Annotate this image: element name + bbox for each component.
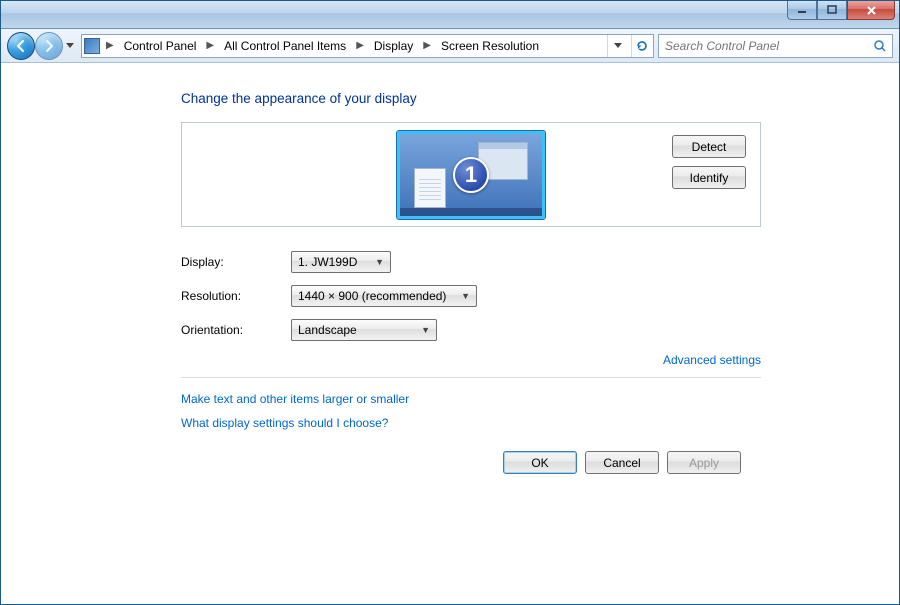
nav-arrows	[7, 32, 77, 60]
help-link[interactable]: What display settings should I choose?	[181, 416, 761, 430]
resolution-select-value: 1440 × 900 (recommended)	[298, 289, 453, 303]
monitor-taskbar-icon	[400, 208, 542, 216]
display-select-value: 1. JW199D	[298, 255, 367, 269]
close-button[interactable]	[847, 1, 895, 20]
search-box[interactable]	[658, 34, 893, 58]
orientation-select-value: Landscape	[298, 323, 413, 337]
breadcrumb-item[interactable]: Control Panel	[120, 37, 201, 55]
screen-resolution-window: ▶ Control Panel ▶ All Control Panel Item…	[0, 0, 900, 605]
identify-button[interactable]: Identify	[672, 166, 746, 189]
breadcrumb-item[interactable]: Display	[370, 37, 417, 55]
chevron-right-icon: ▶	[421, 40, 433, 51]
search-input[interactable]	[663, 38, 872, 54]
breadcrumb-item[interactable]: Screen Resolution	[437, 37, 543, 55]
dialog-buttons: OK Cancel Apply	[503, 451, 741, 474]
detect-button[interactable]: Detect	[672, 135, 746, 158]
monitor-window-icon	[414, 168, 446, 208]
text-size-link[interactable]: Make text and other items larger or smal…	[181, 392, 761, 406]
chevron-right-icon: ▶	[104, 40, 116, 51]
ok-button[interactable]: OK	[503, 451, 577, 474]
minimize-button[interactable]	[787, 1, 817, 20]
resolution-select[interactable]: 1440 × 900 (recommended) ▼	[291, 285, 477, 307]
maximize-button[interactable]	[817, 1, 847, 20]
chevron-down-icon: ▼	[375, 257, 384, 267]
resolution-label: Resolution:	[181, 289, 291, 303]
navigation-bar: ▶ Control Panel ▶ All Control Panel Item…	[1, 29, 899, 63]
refresh-button[interactable]	[631, 35, 651, 57]
cancel-button[interactable]: Cancel	[585, 451, 659, 474]
page-title: Change the appearance of your display	[181, 91, 761, 106]
nav-history-dropdown[interactable]	[63, 35, 77, 57]
control-panel-icon	[84, 38, 100, 54]
separator	[181, 377, 761, 378]
advanced-settings-link[interactable]: Advanced settings	[663, 353, 761, 367]
monitor-number-badge: 1	[453, 157, 489, 193]
chevron-down-icon: ▼	[421, 325, 430, 335]
search-icon[interactable]	[872, 38, 888, 54]
display-select[interactable]: 1. JW199D ▼	[291, 251, 391, 273]
breadcrumb-item[interactable]: All Control Panel Items	[220, 37, 350, 55]
titlebar	[1, 1, 899, 29]
orientation-label: Orientation:	[181, 323, 291, 337]
monitor-thumbnail[interactable]: 1	[397, 131, 545, 219]
chevron-right-icon: ▶	[204, 40, 216, 51]
orientation-select[interactable]: Landscape ▼	[291, 319, 437, 341]
address-bar[interactable]: ▶ Control Panel ▶ All Control Panel Item…	[81, 34, 654, 58]
back-button[interactable]	[7, 32, 35, 60]
display-label: Display:	[181, 255, 291, 269]
apply-button[interactable]: Apply	[667, 451, 741, 474]
address-dropdown-button[interactable]	[607, 35, 627, 57]
chevron-right-icon: ▶	[354, 40, 366, 51]
chevron-down-icon: ▼	[461, 291, 470, 301]
forward-button[interactable]	[35, 32, 63, 60]
display-preview: 1 Detect Identify	[181, 122, 761, 227]
content-area: Change the appearance of your display 1 …	[1, 63, 899, 604]
window-controls	[787, 1, 895, 28]
